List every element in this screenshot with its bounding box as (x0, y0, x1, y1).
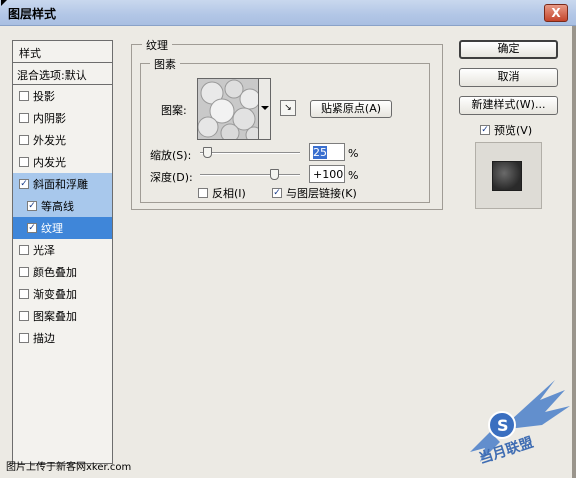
style-item-label: 内发光 (33, 156, 66, 169)
elements-subgroup-title: 图素 (150, 56, 180, 72)
title-bar[interactable]: 图层样式 X (0, 0, 576, 26)
link-with-layer-label: 与图层链接(K) (286, 187, 357, 200)
checkbox-contour[interactable]: ✓ (27, 201, 37, 211)
style-item-contour[interactable]: ✓ 等高线 (13, 195, 112, 217)
style-preview (475, 142, 542, 209)
texture-group-title: 纹理 (142, 37, 172, 53)
link-with-layer-checkbox-box[interactable]: ✓ (272, 188, 282, 198)
svg-text:S: S (497, 416, 509, 435)
style-item-satin[interactable]: 光泽 (13, 239, 112, 261)
style-item-inner-glow[interactable]: 内发光 (13, 151, 112, 173)
pattern-thumbnail-icon (198, 79, 258, 139)
preview-label: 预览(V) (494, 124, 533, 137)
scale-slider-track[interactable] (200, 152, 300, 154)
preview-thumbnail (492, 161, 522, 191)
depth-input[interactable]: +100 (309, 165, 345, 183)
checkbox-pattern-overlay[interactable] (19, 311, 29, 321)
style-item-label: 斜面和浮雕 (33, 178, 88, 191)
close-button[interactable]: X (544, 4, 568, 22)
checkbox-inner-glow[interactable] (19, 157, 29, 167)
style-item-label: 渐变叠加 (33, 288, 77, 301)
ok-button[interactable]: 确定 (459, 40, 558, 59)
invert-label: 反相(I) (212, 187, 246, 200)
depth-slider-track[interactable] (200, 174, 300, 176)
preview-checkbox[interactable]: ✓ 预览(V) (480, 122, 532, 138)
checkbox-bevel-emboss[interactable]: ✓ (19, 179, 29, 189)
cancel-button[interactable]: 取消 (459, 68, 558, 87)
checkbox-color-overlay[interactable] (19, 267, 29, 277)
style-item-label: 内阴影 (33, 112, 66, 125)
checkbox-inner-shadow[interactable] (19, 113, 29, 123)
checkbox-texture[interactable]: ✓ (27, 223, 37, 233)
upload-caption: 图片上传于新客网xker.com (6, 462, 132, 473)
new-preset-icon[interactable]: ↘ (280, 100, 296, 116)
style-item-label: 投影 (33, 90, 55, 103)
invert-checkbox-box[interactable] (198, 188, 208, 198)
checkbox-outer-glow[interactable] (19, 135, 29, 145)
blend-options-item[interactable]: 混合选项:默认 (13, 63, 112, 85)
invert-checkbox[interactable]: 反相(I) (198, 185, 246, 201)
style-item-inner-shadow[interactable]: 内阴影 (13, 107, 112, 129)
checkbox-drop-shadow[interactable] (19, 91, 29, 101)
style-list: 样式 混合选项:默认 投影 内阴影 外发光 内发光 ✓ 斜面和浮雕 ✓ 等高线 … (12, 40, 113, 464)
new-style-button[interactable]: 新建样式(W)... (459, 96, 558, 115)
pattern-label: 图案: (161, 104, 187, 117)
style-item-gradient-overlay[interactable]: 渐变叠加 (13, 283, 112, 305)
style-item-label: 光泽 (33, 244, 55, 257)
style-item-label: 等高线 (41, 200, 74, 213)
depth-unit: % (348, 169, 359, 182)
style-item-pattern-overlay[interactable]: 图案叠加 (13, 305, 112, 327)
mouse-cursor-icon (1, 0, 7, 6)
style-item-label: 描边 (33, 332, 55, 345)
style-item-label: 图案叠加 (33, 310, 77, 323)
style-item-outer-glow[interactable]: 外发光 (13, 129, 112, 151)
snap-to-origin-button[interactable]: 贴紧原点(A) (310, 100, 392, 118)
pattern-picker-dropdown[interactable] (259, 78, 271, 140)
depth-label: 深度(D): (150, 171, 193, 184)
scale-label: 缩放(S): (150, 149, 192, 162)
window-title: 图层样式 (8, 7, 57, 21)
link-with-layer-checkbox[interactable]: ✓ 与图层链接(K) (272, 185, 357, 201)
style-list-header[interactable]: 样式 (13, 41, 112, 63)
style-item-label: 外发光 (33, 134, 66, 147)
style-item-stroke[interactable]: 描边 (13, 327, 112, 349)
scale-input[interactable]: 25 (309, 143, 345, 161)
style-item-bevel-emboss[interactable]: ✓ 斜面和浮雕 (13, 173, 112, 195)
style-item-color-overlay[interactable]: 颜色叠加 (13, 261, 112, 283)
checkbox-gradient-overlay[interactable] (19, 289, 29, 299)
scale-unit: % (348, 147, 359, 160)
style-item-drop-shadow[interactable]: 投影 (13, 85, 112, 107)
checkbox-satin[interactable] (19, 245, 29, 255)
depth-slider-thumb[interactable] (270, 169, 279, 180)
preview-checkbox-box[interactable]: ✓ (480, 125, 490, 135)
style-item-label: 颜色叠加 (33, 266, 77, 279)
pattern-swatch[interactable] (197, 78, 259, 140)
scale-slider-thumb[interactable] (202, 147, 212, 158)
style-item-texture[interactable]: ✓ 纹理 (13, 217, 112, 239)
chevron-down-icon (261, 106, 269, 110)
checkbox-stroke[interactable] (19, 333, 29, 343)
style-item-label: 纹理 (41, 222, 63, 235)
